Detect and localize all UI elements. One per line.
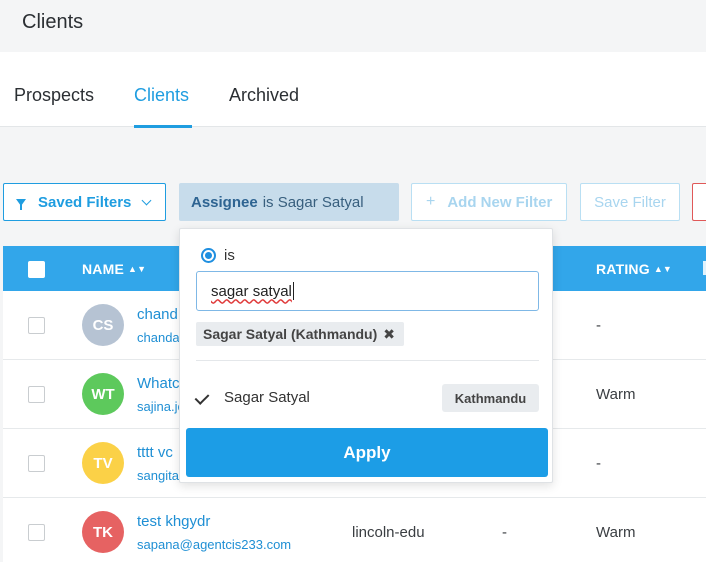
tab-bar: Prospects Clients Archived: [0, 52, 706, 128]
avatar: CS: [82, 304, 124, 346]
active-tab-indicator: [134, 125, 192, 128]
client-email-link[interactable]: sangita: [137, 468, 179, 483]
page-title: Clients: [22, 11, 84, 33]
tab-prospects[interactable]: Prospects: [14, 85, 94, 106]
apply-button[interactable]: Apply: [186, 428, 548, 477]
chevron-down-icon: [141, 195, 152, 205]
search-input-text: sagar satyal: [211, 282, 292, 300]
client-email-link[interactable]: sapana@agentcis233.com: [137, 537, 291, 552]
assignee-filter-key: Assignee: [191, 193, 258, 211]
assignee-option-label[interactable]: Sagar Satyal: [224, 389, 310, 406]
divider: [196, 360, 539, 361]
assignee-search-input[interactable]: sagar satyal: [196, 271, 539, 311]
client-name-link[interactable]: tttt vc: [137, 444, 173, 461]
filter-bar: Saved Filters Assignee is Sagar Satyal +…: [0, 183, 706, 221]
close-icon[interactable]: ✖: [383, 326, 395, 343]
name-header-label: NAME: [82, 261, 125, 277]
rating-cell: Warm: [596, 524, 636, 541]
row-checkbox[interactable]: [28, 386, 45, 403]
client-name-link[interactable]: chand: [137, 306, 178, 323]
rating-column-header[interactable]: RATING ▲▼: [596, 261, 672, 277]
assignee-filter-button[interactable]: Assignee is Sagar Satyal: [179, 183, 399, 221]
rating-cell: -: [596, 317, 601, 334]
avatar: TV: [82, 442, 124, 484]
row-checkbox[interactable]: [28, 317, 45, 334]
save-filter-button[interactable]: Save Filter: [580, 183, 680, 221]
add-filter-label: Add New Filter: [447, 193, 553, 211]
rating-cell: -: [596, 455, 601, 472]
client-name-link[interactable]: test khgydr: [137, 513, 210, 530]
avatar: WT: [82, 373, 124, 415]
company-cell: lincoln-edu: [352, 524, 425, 541]
plus-icon: +: [426, 193, 436, 210]
page-header: Clients: [0, 0, 706, 50]
sort-icon: ▲▼: [128, 264, 147, 274]
saved-filters-label: Saved Filters: [38, 193, 132, 211]
assignee-filter-value: is Sagar Satyal: [262, 193, 364, 211]
location-badge: Kathmandu: [442, 384, 539, 412]
select-all-checkbox[interactable]: [28, 261, 45, 278]
funnel-icon: [16, 198, 26, 210]
delete-filter-button[interactable]: [692, 183, 706, 221]
row-checkbox[interactable]: [28, 524, 45, 541]
saved-filters-button[interactable]: Saved Filters: [3, 183, 166, 221]
client-name-link[interactable]: Whatc: [137, 375, 180, 392]
selected-assignee-chip: Sagar Satyal (Kathmandu) ✖: [196, 322, 404, 346]
avatar: TK: [82, 511, 124, 553]
rating-cell: Warm: [596, 386, 636, 403]
tab-clients[interactable]: Clients: [134, 85, 189, 106]
name-column-header[interactable]: NAME ▲▼: [82, 261, 146, 277]
client-email-link[interactable]: sajina.jc: [137, 399, 184, 414]
sort-icon: ▲▼: [653, 264, 673, 274]
operator-radio-is[interactable]: [201, 248, 216, 263]
assignee-filter-dropdown: is sagar satyal Sagar Satyal (Kathmandu)…: [179, 228, 553, 483]
add-new-filter-button[interactable]: + Add New Filter: [411, 183, 567, 221]
empty-cell: -: [502, 524, 507, 541]
row-checkbox[interactable]: [28, 455, 45, 472]
table-row[interactable]: TK test khgydr sapana@agentcis233.com li…: [3, 498, 706, 562]
chip-label: Sagar Satyal (Kathmandu): [203, 326, 378, 342]
check-icon[interactable]: [194, 390, 210, 405]
tab-archived[interactable]: Archived: [229, 85, 299, 106]
operator-label: is: [224, 247, 235, 264]
text-cursor: [292, 282, 294, 300]
rating-header-label: RATING: [596, 261, 650, 277]
client-email-link[interactable]: chanda: [137, 330, 180, 345]
